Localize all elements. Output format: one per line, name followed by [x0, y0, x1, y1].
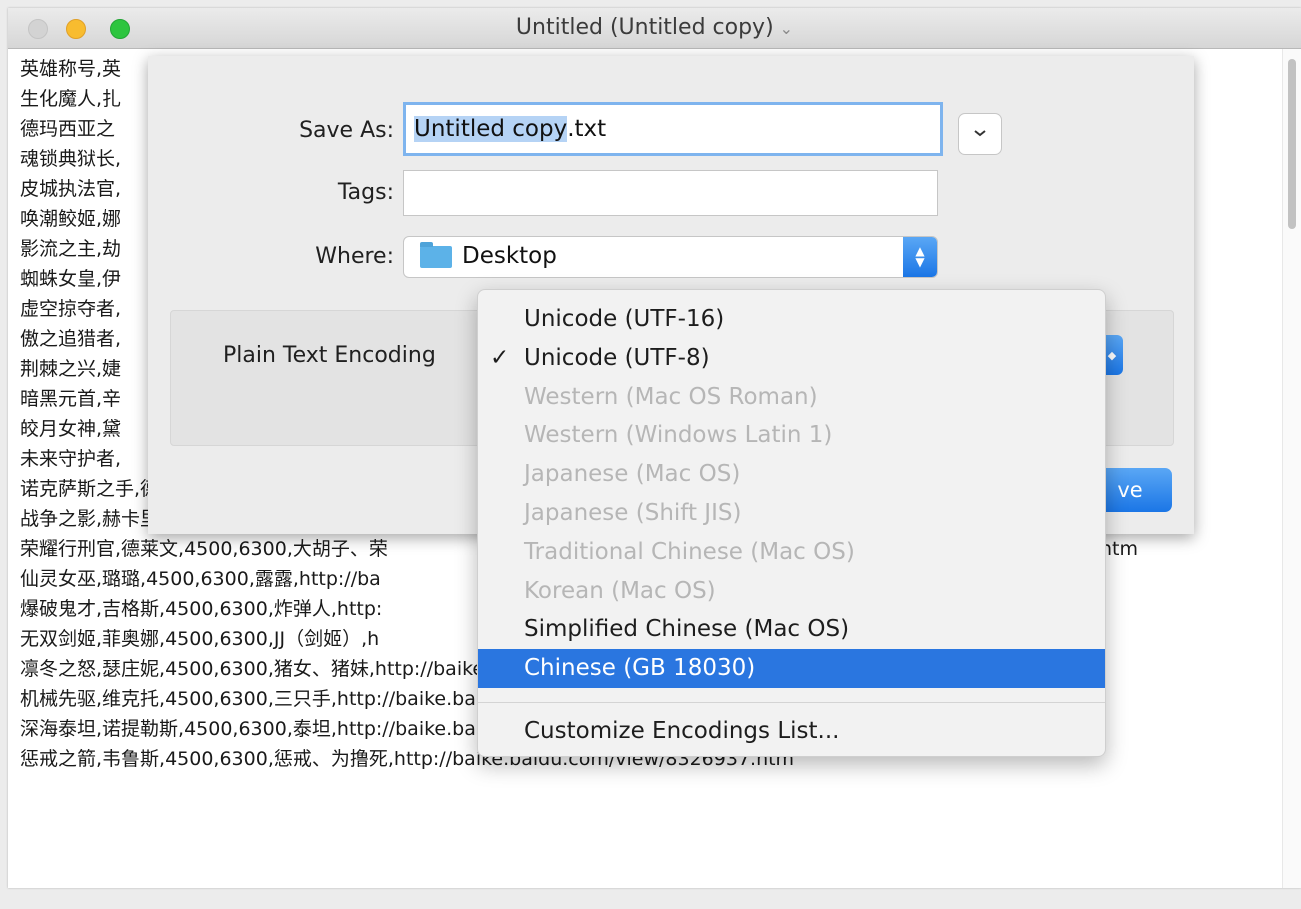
filename-input[interactable]: Untitled copy .txt — [403, 102, 943, 156]
encoding-menu-item: Korean (Mac OS) — [478, 572, 1105, 611]
chevron-down-icon — [973, 126, 987, 142]
tags-input[interactable] — [403, 170, 938, 216]
encoding-menu-item-label: Western (Mac OS Roman) — [524, 383, 818, 410]
save-button-label: ve — [1117, 478, 1143, 502]
encoding-menu-item[interactable]: Chinese (GB 18030) — [478, 649, 1105, 688]
encoding-menu-item: Japanese (Mac OS) — [478, 455, 1105, 494]
customize-encodings-label: Customize Encodings List... — [524, 717, 840, 744]
popup-stepper-icon: ▲ ▼ — [903, 237, 937, 277]
encoding-menu-item[interactable]: Simplified Chinese (Mac OS) — [478, 610, 1105, 649]
title-bar[interactable]: Untitled (Untitled copy) ⌄ — [8, 8, 1301, 49]
encoding-menu-item: Western (Windows Latin 1) — [478, 416, 1105, 455]
where-label: Where: — [315, 244, 394, 269]
encoding-dropdown-menu: Unicode (UTF-16) ✓ Unicode (UTF-8) Western … — [477, 289, 1106, 757]
where-popup-button[interactable]: Desktop ▲ ▼ — [403, 236, 938, 278]
title-chevron-icon: ⌄ — [779, 19, 794, 38]
encoding-menu-item-label: Traditional Chinese (Mac OS) — [524, 538, 855, 565]
filename-selected-text: Untitled copy — [414, 116, 568, 142]
encoding-menu-item-label: Unicode (UTF-16) — [524, 306, 725, 332]
encoding-menu-item-label: Chinese (GB 18030) — [524, 655, 756, 682]
window-title[interactable]: Untitled (Untitled copy) ⌄ — [8, 15, 1301, 40]
encoding-menu-item-label: Japanese (Mac OS) — [524, 461, 741, 488]
encoding-menu-item[interactable]: Unicode (UTF-16) — [478, 300, 1105, 339]
filename-extension-text: .txt — [567, 116, 607, 142]
encoding-menu-item-label: Korean (Mac OS) — [524, 577, 716, 604]
checkmark-icon: ✓ — [490, 344, 510, 371]
tags-label: Tags: — [337, 180, 394, 205]
encoding-menu-item-label: Unicode (UTF-8) — [524, 344, 710, 371]
window-title-text: Untitled (Untitled copy) — [515, 15, 774, 40]
where-value: Desktop — [462, 243, 557, 269]
encoding-menu-items: Unicode (UTF-16) ✓ Unicode (UTF-8) Western … — [478, 300, 1105, 688]
save-as-label: Save As: — [299, 118, 394, 143]
customize-encodings-menu-item[interactable]: Customize Encodings List... — [478, 712, 1105, 751]
text-edit-window: Untitled (Untitled copy) ⌄ 英雄称号,英 生化魔人,扎 德玛… — [8, 8, 1301, 888]
encoding-menu-item: Japanese (Shift JIS) — [478, 494, 1105, 533]
encoding-menu-item: Western (Mac OS Roman) — [478, 378, 1105, 417]
vertical-scrollbar[interactable] — [1282, 49, 1301, 888]
encoding-menu-item-label: Japanese (Shift JIS) — [524, 499, 742, 526]
scrollbar-thumb[interactable] — [1288, 59, 1296, 229]
plain-text-encoding-label: Plain Text Encoding — [223, 343, 436, 368]
folder-icon — [420, 242, 452, 268]
encoding-menu-item: Traditional Chinese (Mac OS) — [478, 533, 1105, 572]
menu-separator — [478, 701, 1105, 703]
encoding-menu-item-label: Western (Windows Latin 1) — [524, 422, 833, 449]
encoding-menu-item-label: Simplified Chinese (Mac OS) — [524, 616, 850, 643]
expand-dialog-button[interactable] — [958, 113, 1002, 155]
encoding-menu-item[interactable]: ✓ Unicode (UTF-8) — [478, 339, 1105, 378]
